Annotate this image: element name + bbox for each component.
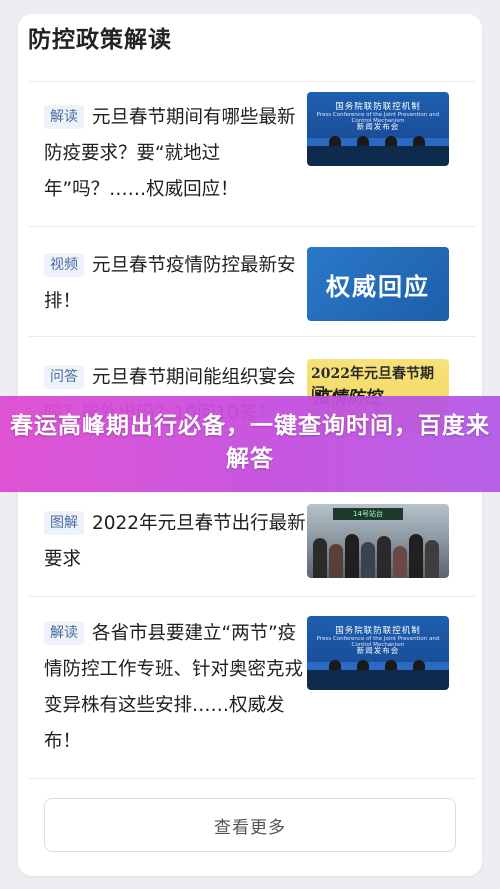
section-title: 防控政策解读	[28, 27, 172, 53]
tag-badge: 图解	[44, 511, 84, 535]
divider	[28, 81, 476, 82]
banner-text: 春运高峰期出行必备，一键查询时间，百度来解答	[10, 413, 490, 472]
tag-badge: 问答	[44, 365, 84, 389]
promo-banner[interactable]: 春运高峰期出行必备，一键查询时间，百度来解答	[0, 396, 500, 492]
list-item-4[interactable]: 图解 2022年元旦春节出行最新要求 14号站台	[28, 504, 449, 578]
video-thumbnail: 权威回应	[307, 247, 449, 321]
view-more-button[interactable]: 查看更多	[44, 798, 456, 852]
list-item-1[interactable]: 解读 元旦春节期间有哪些最新防疫要求？要“就地过年”吗？……权威回应！ 国务院联防…	[28, 92, 449, 210]
list-item-2[interactable]: 视频 元旦春节疫情防控最新安排！ 权威回应	[28, 247, 449, 321]
tag-badge: 解读	[44, 105, 84, 129]
divider	[28, 226, 476, 227]
divider	[28, 336, 476, 337]
press-conference-thumbnail: 国务院联防联控机制 Press Conference of the Joint …	[307, 92, 449, 166]
press-conference-thumbnail: 国务院联防联控机制 Press Conference of the Joint …	[307, 616, 449, 690]
tag-badge: 解读	[44, 621, 84, 645]
station-crowd-thumbnail: 14号站台	[307, 504, 449, 578]
tag-badge: 视频	[44, 253, 84, 277]
list-item-5[interactable]: 解读 各省市县要建立“两节”疫情防控工作专班、针对奥密克戎变异株有这些安排……权威…	[28, 616, 449, 766]
divider	[28, 778, 476, 779]
divider	[28, 596, 476, 597]
